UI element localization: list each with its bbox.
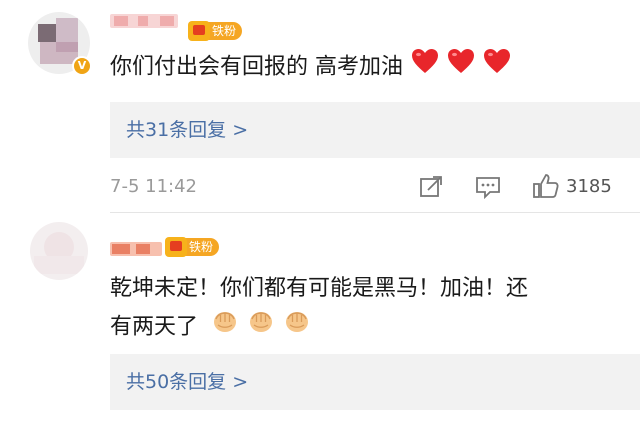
- verified-badge-icon: V: [72, 56, 92, 76]
- fan-crown-icon: [188, 21, 210, 41]
- fist-emoji-icon: [248, 308, 274, 347]
- view-replies-link[interactable]: 共31条回复 >: [110, 102, 640, 158]
- heart-emoji-icon: [411, 48, 439, 87]
- fist-emoji-icon: [284, 308, 310, 347]
- view-replies-link[interactable]: 共50条回复 >: [110, 354, 640, 410]
- divider: [110, 212, 640, 213]
- like-count: 3185: [566, 176, 612, 197]
- fan-crown-icon: [165, 237, 187, 257]
- comment-icon[interactable]: [474, 174, 502, 204]
- comment-text: 乾坤未定！你们都有可能是黑马！加油！还 有两天了: [110, 270, 610, 347]
- share-icon[interactable]: [418, 174, 444, 204]
- fist-emoji-icon: [212, 308, 238, 347]
- username-blurred[interactable]: [110, 14, 178, 28]
- fan-badge: 铁粉: [188, 21, 243, 41]
- comment-text-body: 你们付出会有回报的 高考加油: [110, 54, 403, 80]
- commenter-avatar[interactable]: [30, 222, 88, 280]
- heart-emoji-icon: [447, 48, 475, 87]
- like-thumb-icon[interactable]: [532, 172, 560, 204]
- fan-badge: 铁粉: [165, 237, 220, 257]
- comment-text-line: 有两天了: [110, 314, 199, 340]
- comment-text-line: 乾坤未定！你们都有可能是黑马！加油！还: [110, 276, 529, 301]
- heart-emoji-icon: [483, 48, 511, 87]
- comment-text: 你们付出会有回报的 高考加油: [110, 48, 610, 87]
- comment-timestamp: 7-5 11:42: [110, 176, 197, 197]
- username-blurred[interactable]: [110, 242, 162, 256]
